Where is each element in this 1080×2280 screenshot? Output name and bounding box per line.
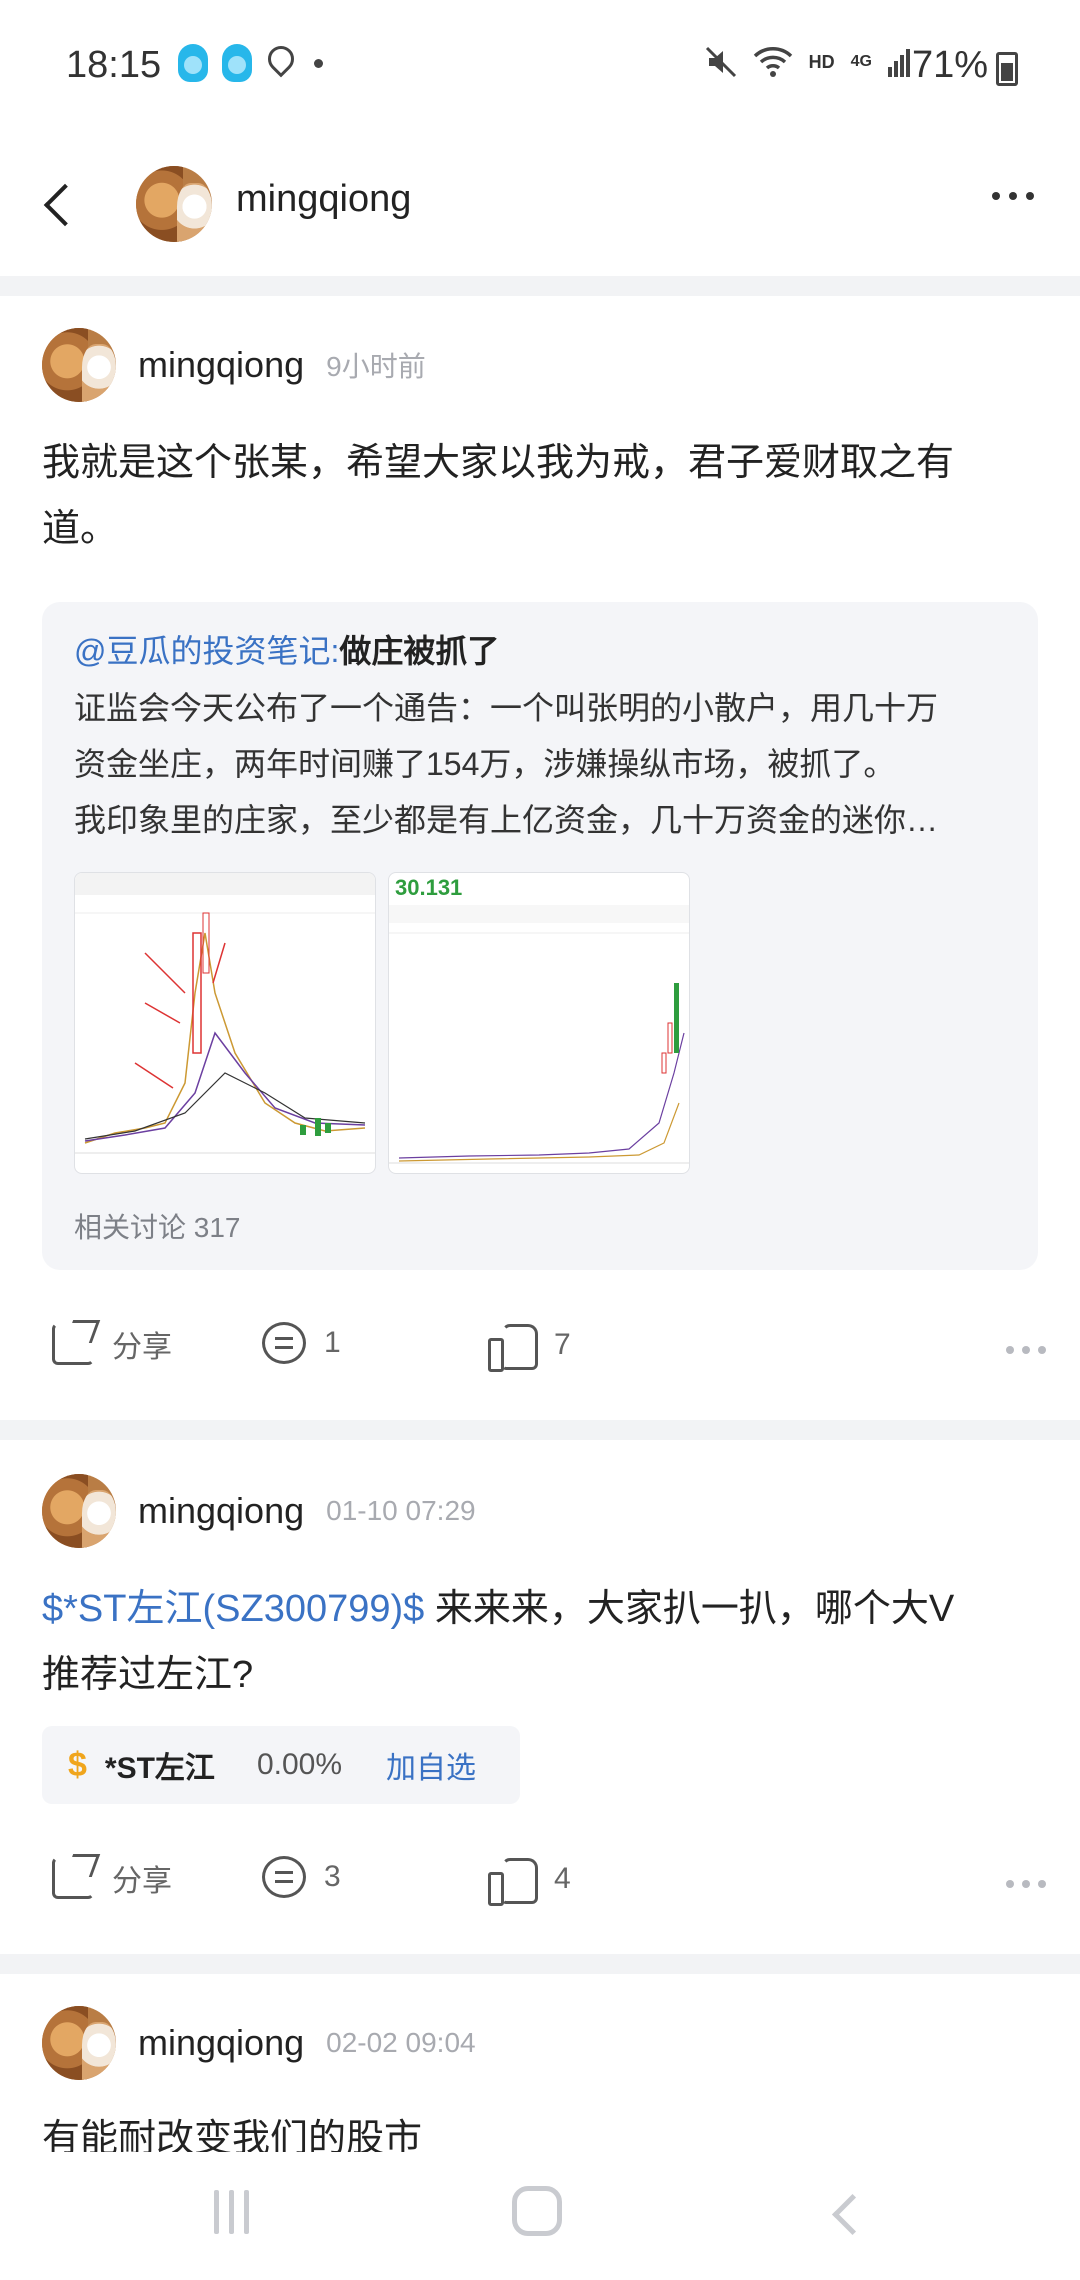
like-count: 7 xyxy=(554,1328,571,1361)
notification-icons xyxy=(178,44,323,82)
more-notifications-dot-icon xyxy=(314,58,323,68)
post-author[interactable]: mingqiong xyxy=(138,344,304,386)
post-header: mingqiong 9小时前 xyxy=(42,328,426,402)
comment-button[interactable]: 3 xyxy=(262,1856,341,1898)
like-button[interactable]: 7 xyxy=(488,1322,571,1372)
share-label: 分享 xyxy=(112,1331,172,1364)
stock-link[interactable]: $*ST左江(SZ300799)$ xyxy=(42,1588,424,1630)
chart-thumbnail-1[interactable] xyxy=(74,872,376,1174)
system-nav-bar xyxy=(0,2152,1080,2280)
post-header: mingqiong 01-10 07:29 xyxy=(42,1474,476,1548)
divider xyxy=(0,1420,1080,1440)
share-icon xyxy=(52,1857,94,1899)
related-discussion-count[interactable]: 相关讨论 317 xyxy=(74,1206,241,1246)
post-text-line: $*ST左江(SZ300799)$ 来来来，大家扒一扒，哪个大V xyxy=(42,1576,1042,1642)
avatar[interactable] xyxy=(42,1474,116,1548)
status-bar: 18:15 HD 4G 71% xyxy=(0,0,1080,130)
profile-header: mingqiong xyxy=(0,130,1080,276)
kline-chart-image xyxy=(389,905,689,1164)
location-icon xyxy=(266,46,292,80)
post-text-line: 推荐过左江? xyxy=(42,1654,254,1696)
post-time: 02-02 09:04 xyxy=(326,2027,476,2058)
quote-text-line: 资金坐庄，两年时间赚了154万，涉嫌操纵市场，被抓了。 xyxy=(74,746,896,782)
quoted-post[interactable]: @豆瓜的投资笔记:做庄被抓了 证监会今天公布了一个通告：一个叫张明的小散户，用几… xyxy=(42,602,1038,1270)
avatar[interactable] xyxy=(136,166,212,242)
share-button[interactable]: 分享 xyxy=(52,1322,172,1366)
quoted-title-text: 做庄被抓了 xyxy=(339,633,500,669)
share-button[interactable]: 分享 xyxy=(52,1856,172,1900)
post-more-icon[interactable] xyxy=(1006,1346,1046,1354)
quoted-post-title: @豆瓜的投资笔记:做庄被抓了 xyxy=(74,626,499,672)
avatar[interactable] xyxy=(42,2006,116,2080)
post-body[interactable]: 我就是这个张某，希望大家以我为戒，君子爱财取之有 道。 xyxy=(42,430,1042,562)
post-time: 01-10 07:29 xyxy=(326,1495,476,1526)
stock-change: 0.00% xyxy=(256,1748,343,1781)
avatar[interactable] xyxy=(42,328,116,402)
thumbs-up-icon xyxy=(488,1856,538,1906)
divider xyxy=(0,276,1080,296)
comment-count: 1 xyxy=(324,1326,341,1359)
mention-link[interactable]: @豆瓜的投资笔记: xyxy=(74,633,339,669)
recent-apps-icon[interactable] xyxy=(214,2190,258,2234)
stock-card[interactable]: $ *ST左江 0.00% 加自选 xyxy=(42,1726,520,1804)
post-more-icon[interactable] xyxy=(1006,1880,1046,1888)
quote-text-line: 我印象里的庄家，至少都是有上亿资金，几十万资金的迷你… xyxy=(74,802,939,838)
divider xyxy=(0,1954,1080,1974)
post-author[interactable]: mingqiong xyxy=(138,2022,304,2064)
post-text-line: 道。 xyxy=(42,508,119,550)
home-icon[interactable] xyxy=(512,2186,562,2236)
network-type-label: 4G xyxy=(850,53,872,70)
signal-icon xyxy=(888,49,910,77)
qq-icon xyxy=(222,44,252,82)
comment-button[interactable]: 1 xyxy=(262,1322,341,1364)
comment-count: 3 xyxy=(324,1860,341,1893)
quote-text-line: 证监会今天公布了一个通告：一个叫张明的小散户，用几十万 xyxy=(74,690,939,726)
dollar-icon: $ xyxy=(68,1745,87,1784)
battery-percent: 71% xyxy=(911,44,988,86)
add-watchlist-button[interactable]: 加自选 xyxy=(386,1743,476,1787)
thumbs-up-icon xyxy=(488,1322,538,1372)
system-icons: HD 4G xyxy=(705,46,910,78)
post-author[interactable]: mingqiong xyxy=(138,1490,304,1532)
like-button[interactable]: 4 xyxy=(488,1856,571,1906)
qq-icon xyxy=(178,44,208,82)
comment-icon xyxy=(262,1322,306,1364)
comment-icon xyxy=(262,1856,306,1898)
post-text-part: 来来来，大家扒一扒，哪个大V xyxy=(424,1588,955,1630)
post-text-line: 我就是这个张某，希望大家以我为戒，君子爱财取之有 xyxy=(42,442,955,484)
status-time: 18:15 xyxy=(66,44,162,86)
stock-name: *ST左江 xyxy=(104,1752,215,1785)
like-count: 4 xyxy=(554,1862,571,1895)
chart-thumbnail-2[interactable]: 30.131 xyxy=(388,872,690,1174)
nav-back-icon[interactable] xyxy=(826,2192,866,2232)
post-body[interactable]: $*ST左江(SZ300799)$ 来来来，大家扒一扒，哪个大V 推荐过左江? xyxy=(42,1576,1042,1708)
share-icon xyxy=(52,1323,94,1365)
kline-chart-image xyxy=(75,873,375,1154)
hd-label: HD xyxy=(808,51,835,72)
post-header: mingqiong 02-02 09:04 xyxy=(42,2006,476,2080)
quoted-post-body: 证监会今天公布了一个通告：一个叫张明的小散户，用几十万 资金坐庄，两年时间赚了1… xyxy=(74,680,1024,848)
post-actions: 分享 1 7 xyxy=(0,1322,1080,1382)
wifi-icon xyxy=(753,47,792,77)
post-time: 9小时前 xyxy=(326,351,426,382)
stock-price-label: 30.131 xyxy=(395,875,463,900)
more-options-icon[interactable] xyxy=(992,192,1034,200)
page-title: mingqiong xyxy=(236,178,412,220)
mute-icon xyxy=(705,46,736,78)
post-actions: 分享 3 4 xyxy=(0,1856,1080,1916)
share-label: 分享 xyxy=(112,1865,172,1898)
back-arrow-icon[interactable] xyxy=(38,180,78,230)
battery-icon xyxy=(996,52,1018,86)
